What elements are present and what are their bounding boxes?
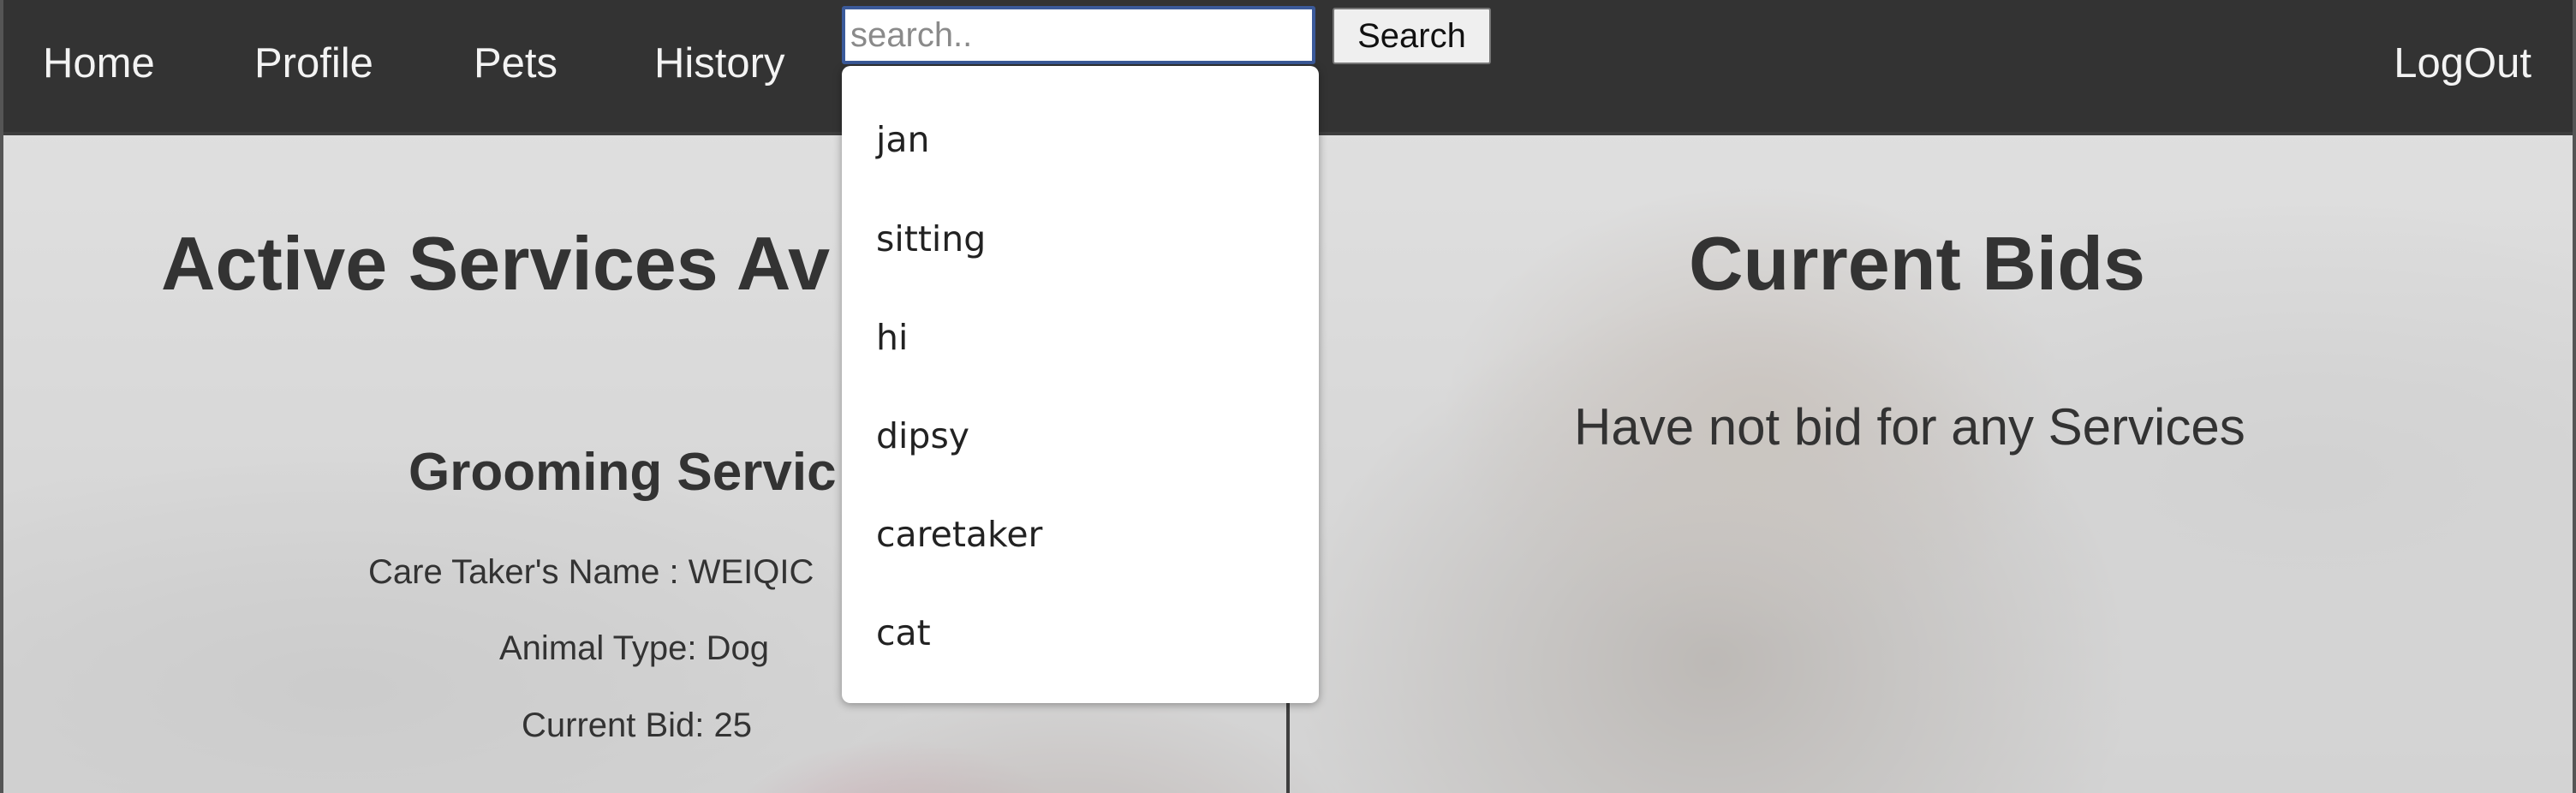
- suggestion-item[interactable]: dipsy: [876, 410, 969, 462]
- suggestion-item[interactable]: caretaker: [876, 509, 1042, 560]
- search-button[interactable]: Search: [1333, 8, 1491, 64]
- suggestion-item[interactable]: sitting: [876, 213, 986, 265]
- nav-pets-link[interactable]: Pets: [474, 36, 558, 91]
- nav-home-link[interactable]: Home: [43, 36, 155, 91]
- search-input[interactable]: [842, 6, 1315, 64]
- service-caretaker-name: Care Taker's Name : WEIQIC: [368, 553, 814, 591]
- nav-profile-link[interactable]: Profile: [254, 36, 373, 91]
- column-divider: [1286, 689, 1290, 793]
- service-animal-type: Animal Type: Dog: [499, 629, 769, 667]
- service-title: Grooming Servic: [408, 443, 837, 502]
- no-bids-message: Have not bid for any Services: [1574, 398, 2245, 456]
- suggestion-item[interactable]: cat: [876, 607, 931, 659]
- suggestion-item[interactable]: jan: [876, 114, 930, 165]
- logout-link[interactable]: LogOut: [2394, 36, 2531, 91]
- search-suggestions-dropdown: jan sitting hi dipsy caretaker cat: [842, 66, 1319, 703]
- active-services-heading: Active Services Av: [161, 221, 831, 306]
- current-bids-heading: Current Bids: [1689, 221, 2145, 306]
- nav-history-link[interactable]: History: [654, 36, 784, 91]
- suggestion-item[interactable]: hi: [876, 312, 908, 363]
- service-current-bid: Current Bid: 25: [522, 707, 753, 744]
